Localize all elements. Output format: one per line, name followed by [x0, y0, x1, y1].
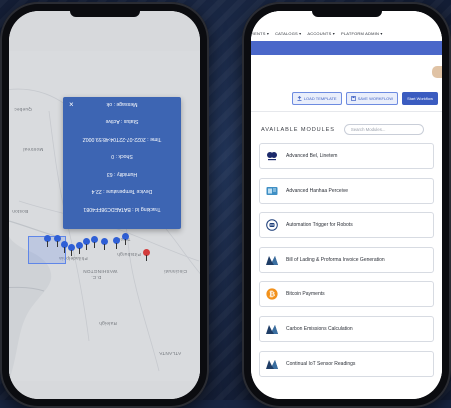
bitcoin-icon: ₿ — [266, 288, 278, 300]
map-pin[interactable] — [83, 238, 90, 250]
app-screen: RENTS ▾ CATALOGS ▾ ACCOUNTS ▾ PLATFORM A… — [251, 11, 442, 399]
map-label-cincinnati: Cincinnati — [164, 269, 188, 274]
popup-device-temperature: Device Temperature : 22.4 — [91, 188, 153, 195]
map-label-washington: WASHINGTON — [83, 269, 118, 274]
module-label: Advanced Bel, Linetem — [286, 153, 338, 159]
mountain-logo-icon — [266, 358, 278, 370]
map-label-dc: D.C. — [91, 275, 102, 280]
nav-item-catalogs[interactable]: CATALOGS ▾ — [275, 31, 301, 41]
mountain-logo-icon — [266, 254, 278, 266]
workflow-app: RENTS ▾ CATALOGS ▾ ACCOUNTS ▾ PLATFORM A… — [251, 11, 442, 399]
nav-item-accounts[interactable]: ACCOUNTS ▾ — [307, 31, 335, 41]
modules-list: Advanced Bel, Linetem Advanced Hanhaa Pe… — [259, 143, 434, 385]
map-pin[interactable] — [101, 238, 108, 250]
popup-status: Status : Active — [105, 118, 139, 125]
search-modules-input[interactable]: Search Modules... — [343, 124, 424, 135]
map-pin[interactable] — [61, 241, 68, 253]
popup-time: Time : 2022-07-22T04:48:59.000Z — [82, 136, 162, 142]
load-template-button[interactable]: LOAD TEMPLATE — [291, 92, 342, 105]
bel-logo-icon — [266, 150, 278, 162]
mountain-logo-icon — [266, 323, 278, 335]
phone-notch — [69, 11, 140, 17]
tracking-popup: × Tracking Id : BATAEDC98FF4081 Device T… — [63, 97, 181, 229]
map-view[interactable]: Quebec Montreal Boston Toronto Pittsburg… — [9, 11, 200, 399]
divider — [251, 111, 442, 112]
module-label: Bill of Lading & Proforma Invoice Genera… — [286, 256, 385, 263]
robot-icon — [266, 219, 278, 231]
module-label: Advanced Hanhaa Perceive — [286, 187, 348, 194]
popup-rows: Tracking Id : BATAEDC98FF4081 Device Tem… — [63, 97, 181, 229]
header-band — [251, 41, 442, 55]
popup-humidity: Humidity : 63 — [106, 171, 138, 177]
save-workflow-button[interactable]: SAVE WORKFLOW — [345, 92, 399, 105]
map-pin-alert[interactable] — [143, 249, 150, 261]
popup-tracking-id: Tracking Id : BATAEDC98FF4081 — [83, 206, 161, 212]
map-pin[interactable] — [91, 236, 98, 248]
module-continual-iot-sensor[interactable]: Continual IoT Sensor Readings — [259, 350, 434, 377]
map-pin[interactable] — [54, 235, 61, 247]
avatar[interactable] — [432, 66, 442, 78]
workflow-toolbar: LOAD TEMPLATE SAVE WORKFLOW Start Workfl… — [291, 92, 438, 105]
nav-item-rents[interactable]: RENTS ▾ — [251, 31, 269, 41]
module-advanced-hanhaa-perceive[interactable]: Advanced Hanhaa Perceive — [259, 177, 434, 204]
module-carbon-emissions[interactable]: Carbon Emissions Calculation — [259, 315, 434, 342]
map-pin[interactable] — [113, 237, 120, 249]
popup-message: Message : ok — [106, 101, 138, 107]
modules-title: AVAILABLE MODULES — [261, 126, 335, 133]
module-label: Automation Trigger for Robots — [286, 222, 353, 229]
popup-shock: Shock : 0 — [111, 153, 133, 160]
svg-text:₿: ₿ — [269, 290, 275, 299]
module-bitcoin-payments[interactable]: ₿ Bitcoin Payments — [259, 281, 434, 308]
map-pin[interactable] — [44, 235, 51, 247]
module-label: Carbon Emissions Calculation — [286, 325, 353, 332]
start-workflow-button[interactable]: Start Workflow — [402, 92, 438, 105]
map-pin[interactable] — [122, 233, 129, 245]
save-icon — [350, 96, 356, 101]
map-label-boston: Boston — [12, 209, 29, 214]
module-label: Bitcoin Payments — [286, 291, 325, 298]
upload-icon — [297, 96, 302, 101]
device-icon — [266, 185, 278, 197]
map-label-atlanta: ATLANTA — [159, 351, 182, 356]
start-workflow-label: Start Workflow — [407, 96, 433, 101]
map-label-raleigh: Raleigh — [99, 321, 117, 326]
module-label: Continual IoT Sensor Readings — [286, 360, 356, 367]
phone-workflow: RENTS ▾ CATALOGS ▾ ACCOUNTS ▾ PLATFORM A… — [242, 2, 451, 408]
module-advanced-bel-linetem[interactable]: Advanced Bel, Linetem — [259, 143, 434, 169]
map-pin[interactable] — [68, 244, 75, 256]
map-label-quebec: Quebec — [14, 107, 32, 112]
nav-item-platform-admin[interactable]: PLATFORM ADMIN ▾ — [341, 31, 383, 41]
phone-notch — [311, 11, 382, 17]
map-screen: Quebec Montreal Boston Toronto Pittsburg… — [9, 11, 200, 399]
phone-map: Quebec Montreal Boston Toronto Pittsburg… — [0, 2, 209, 408]
save-workflow-label: SAVE WORKFLOW — [357, 96, 394, 101]
map-label-montreal: Montreal — [23, 147, 44, 152]
modules-header: AVAILABLE MODULES Search Modules... — [261, 124, 424, 135]
map-pin[interactable] — [76, 242, 83, 254]
map-label-pittsburgh: Pittsburgh — [117, 252, 141, 257]
module-bill-of-lading[interactable]: Bill of Lading & Proforma Invoice Genera… — [259, 246, 434, 273]
load-template-label: LOAD TEMPLATE — [303, 96, 337, 101]
module-automation-trigger-robots[interactable]: Automation Trigger for Robots — [259, 212, 434, 239]
